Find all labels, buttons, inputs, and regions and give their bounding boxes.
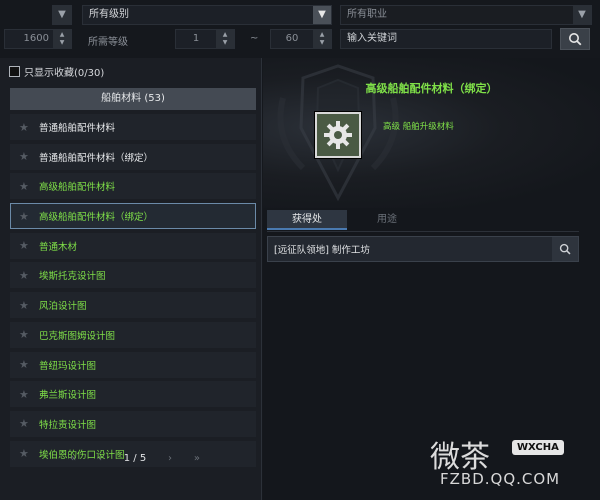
list-item-label: 风泊设计图 [39, 301, 87, 313]
class-select[interactable]: 所有职业 ▼ [340, 5, 592, 25]
pagination: « ‹ 1 / 5 › » [70, 453, 200, 464]
watermark-url: FZBD.QQ.COM [440, 470, 561, 488]
level-min-value: 1 [192, 33, 200, 44]
list-item-label: 弗兰斯设计图 [39, 390, 97, 402]
detail-tabs: 获得处 用途 [267, 210, 577, 230]
item-subtitle: 高级 船舶升级材料 [383, 122, 454, 132]
star-icon[interactable]: ★ [19, 239, 39, 252]
list-item[interactable]: ★ 高级船舶配件材料 [10, 173, 256, 200]
item-list: ★ 普通船舶配件材料 ★ 普通船舶配件材料（绑定） ★ 高级船舶配件材料 ★ 高级船舶配件材料… [10, 114, 256, 470]
search-button[interactable] [560, 28, 590, 50]
star-icon[interactable]: ★ [19, 269, 39, 282]
list-item-label: 高级船舶配件材料（绑定） [39, 212, 154, 224]
star-icon[interactable]: ★ [19, 121, 39, 134]
star-icon[interactable]: ★ [19, 180, 39, 193]
search-icon [569, 33, 582, 46]
page-indicator: 1 / 5 [123, 453, 147, 464]
tab-usage[interactable]: 用途 [347, 210, 427, 230]
source-label: [远征队领地] 制作工坊 [274, 245, 370, 256]
star-icon[interactable]: ★ [19, 299, 39, 312]
item-list-panel: 只显示收藏(0/30) 船舶材料 (53) ★ 普通船舶配件材料 ★ 普通船舶配件材料… [0, 58, 262, 500]
source-search-button[interactable] [552, 237, 578, 261]
list-item-label: 普通木材 [39, 241, 78, 253]
favorites-filter[interactable]: 只显示收藏(0/30) [9, 64, 104, 79]
source-row[interactable]: [远征队领地] 制作工坊 [267, 236, 579, 262]
favorites-label: 只显示收藏(0/30) [24, 68, 105, 79]
star-icon[interactable]: ★ [19, 358, 39, 371]
first-page-button[interactable]: « [70, 453, 76, 464]
item-icon-frame [315, 112, 361, 158]
star-icon[interactable]: ★ [19, 447, 39, 460]
list-item[interactable]: ★ 巴克斯图姆设计图 [10, 321, 256, 348]
range-separator: ~ [250, 33, 259, 44]
list-item[interactable]: ★ 弗兰斯设计图 [10, 381, 256, 408]
prev-page-button[interactable]: ‹ [98, 453, 102, 464]
last-page-button[interactable]: » [194, 453, 200, 464]
tab-divider [267, 231, 579, 232]
list-item[interactable]: ★ 风泊设计图 [10, 292, 256, 319]
stepper-arrows-icon[interactable]: ▲ ▼ [313, 30, 331, 48]
favorites-checkbox[interactable] [9, 66, 20, 77]
star-icon[interactable]: ★ [19, 210, 39, 223]
list-item-label: 普通船舶配件材料（绑定） [39, 152, 154, 164]
category-header[interactable]: 船舶材料 (53) [10, 88, 256, 110]
list-item[interactable]: ★ 普通船舶配件材料 [10, 114, 256, 140]
list-item-label: 高级船舶配件材料 [39, 182, 116, 194]
list-item-label: 埃斯托克设计图 [39, 271, 106, 283]
watermark: 微茶 WXCHA FZBD.QQ.COM [430, 432, 590, 496]
item-level-stepper[interactable]: 1600 ▲ ▼ [4, 29, 72, 49]
list-item-label: 普通船舶配件材料 [39, 123, 116, 134]
chevron-down-icon: ▼ [53, 6, 71, 24]
list-item[interactable]: ★ 特拉责设计图 [10, 410, 256, 437]
top-left-dropdown[interactable]: ▼ [52, 5, 72, 25]
level-select-value: 所有级别 [89, 9, 129, 20]
list-item-label: 巴克斯图姆设计图 [39, 330, 116, 342]
class-select-value: 所有职业 [347, 9, 387, 20]
filter-row-2: 1600 ▲ ▼ 所需等级 1 ▲ ▼ ~ 60 ▲ ▼ 输入关键词 [0, 28, 600, 52]
list-item[interactable]: ★ 普通木材 [10, 232, 256, 259]
item-level-value: 1600 [23, 33, 49, 44]
search-placeholder: 输入关键词 [347, 33, 397, 44]
list-item-label: 普纽玛设计图 [39, 360, 97, 372]
required-level-label: 所需等级 [88, 37, 128, 48]
list-item[interactable]: ★ 高级船舶配件材料（绑定） [10, 203, 256, 230]
star-icon[interactable]: ★ [19, 417, 39, 430]
star-icon[interactable]: ★ [19, 150, 39, 163]
item-title: 高级船舶配件材料（绑定） [365, 82, 498, 95]
gear-icon [324, 121, 352, 149]
filter-row-1: ▼ 所有级别 ▼ 所有职业 ▼ [0, 4, 600, 26]
level-min-stepper[interactable]: 1 ▲ ▼ [175, 29, 235, 49]
list-item[interactable]: ★ 埃斯托克设计图 [10, 262, 256, 289]
chevron-down-icon: ▼ [313, 6, 331, 24]
watermark-badge: WXCHA [512, 440, 564, 455]
list-item[interactable]: ★ 普通船舶配件材料（绑定） [10, 143, 256, 170]
level-max-value: 60 [285, 33, 299, 44]
star-icon[interactable]: ★ [19, 328, 39, 341]
list-item-label: 特拉责设计图 [39, 419, 97, 431]
keyword-search-input[interactable]: 输入关键词 [340, 29, 552, 49]
chevron-down-icon: ▼ [573, 6, 591, 24]
tab-obtain[interactable]: 获得处 [267, 210, 347, 230]
list-item[interactable]: ★ 普纽玛设计图 [10, 351, 256, 378]
search-icon [559, 243, 571, 255]
stepper-arrows-icon[interactable]: ▲ ▼ [53, 30, 71, 48]
next-page-button[interactable]: › [168, 453, 172, 464]
level-select[interactable]: 所有级别 ▼ [82, 5, 332, 25]
level-max-stepper[interactable]: 60 ▲ ▼ [270, 29, 332, 49]
star-icon[interactable]: ★ [19, 388, 39, 401]
stepper-arrows-icon[interactable]: ▲ ▼ [216, 30, 234, 48]
